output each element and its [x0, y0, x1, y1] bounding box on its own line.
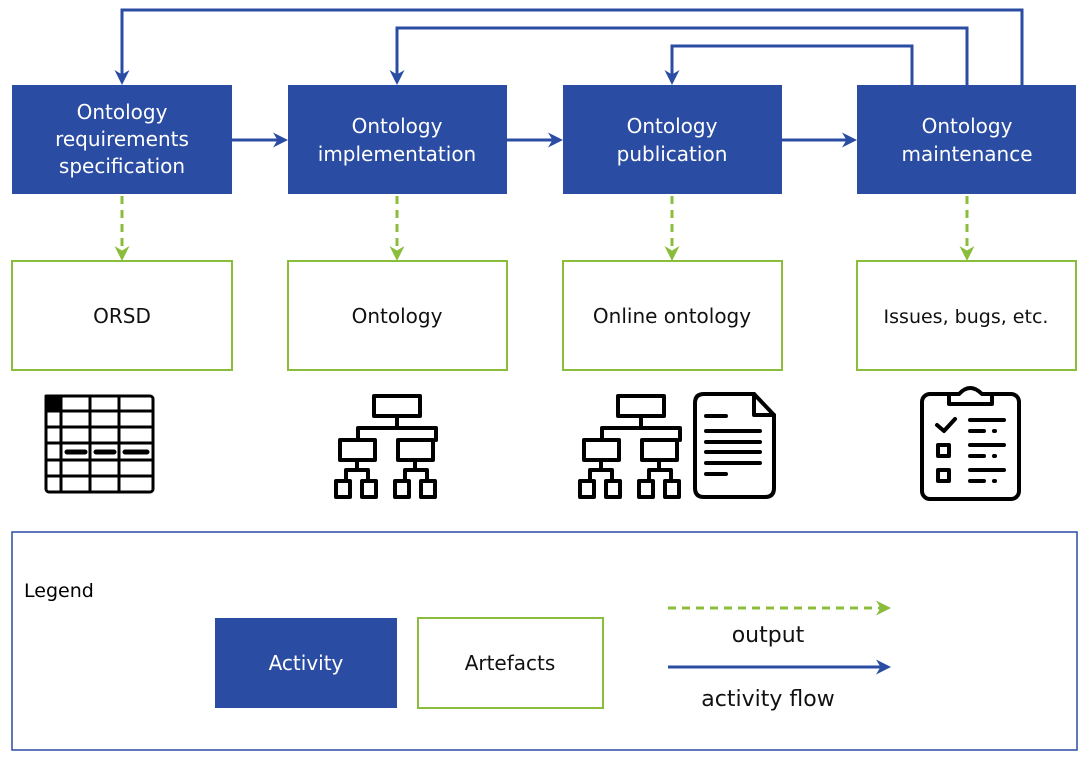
activity-requirements-specification: Ontology requirements specification — [12, 85, 232, 194]
svg-text:Ontology: Ontology — [352, 114, 443, 138]
document-icon — [693, 392, 776, 499]
artefact-label: ORSD — [93, 304, 151, 328]
activity-publication: Ontology publication — [563, 85, 782, 194]
flow-maintenance-to-publication — [664, 44, 914, 85]
artefact-label: Issues, bugs, etc. — [884, 306, 1049, 328]
svg-text:maintenance: maintenance — [901, 142, 1032, 166]
svg-text:Ontology: Ontology — [77, 100, 168, 124]
activity-implementation: Ontology implementation — [288, 85, 507, 194]
flow-maintenance-to-implementation — [389, 26, 969, 85]
svg-text:requirements: requirements — [55, 127, 189, 151]
svg-text:activity flow: activity flow — [701, 687, 834, 712]
clipboard-checklist-icon — [920, 386, 1021, 501]
hierarchy-icon — [334, 394, 438, 499]
svg-text:specification: specification — [59, 154, 185, 178]
legend: Legend Activity Artefacts output activit… — [11, 531, 1078, 751]
spreadsheet-icon — [44, 394, 155, 494]
svg-text:publication: publication — [617, 142, 728, 166]
artefact-label: Ontology — [352, 304, 443, 328]
hierarchy-document-icon — [578, 392, 776, 499]
svg-text:implementation: implementation — [318, 142, 476, 166]
svg-text:Ontology: Ontology — [627, 114, 718, 138]
artefact-label: Online ontology — [593, 304, 751, 328]
svg-text:Ontology: Ontology — [922, 114, 1013, 138]
activity-maintenance: Ontology maintenance — [857, 85, 1076, 194]
svg-text:Activity: Activity — [269, 651, 344, 675]
svg-text:Artefacts: Artefacts — [465, 651, 556, 675]
svg-text:output: output — [732, 623, 805, 648]
hierarchy-icon — [578, 394, 682, 499]
ontology-lifecycle-diagram: Ontology requirements specification Onto… — [11, 8, 1078, 751]
legend-title: Legend — [24, 580, 94, 602]
